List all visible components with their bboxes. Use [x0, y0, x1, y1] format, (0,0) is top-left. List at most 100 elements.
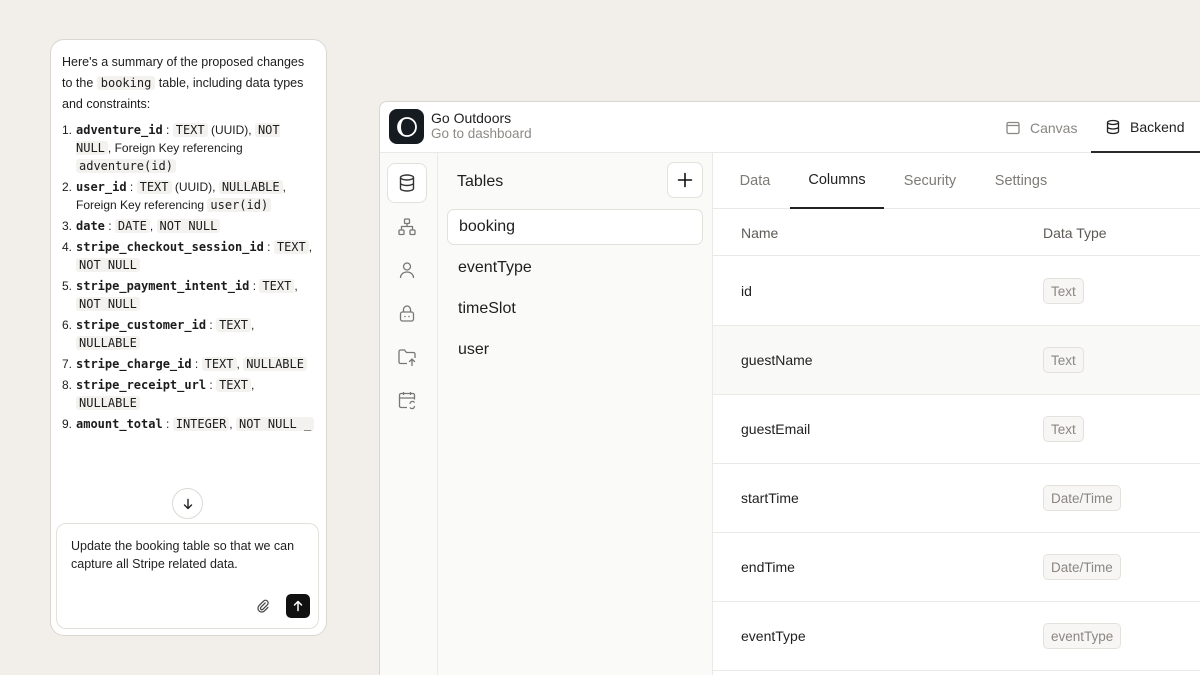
top-bar: Go Outdoors Go to dashboard Canvas Backe… [380, 102, 1200, 153]
database-icon [1106, 119, 1120, 134]
rail-schedule-button[interactable] [387, 380, 427, 420]
list-item: 7. stripe_charge_id : TEXT, NULLABLE [62, 355, 315, 373]
table-row[interactable]: guestEmail Text [713, 395, 1200, 464]
data-type-code: TEXT [216, 318, 251, 332]
table-list-item[interactable]: booking [447, 209, 703, 245]
data-type-code: TEXT [216, 378, 251, 392]
separator-text: : [263, 240, 274, 254]
column-name-code: amount_total [76, 417, 163, 431]
canvas-icon [1006, 121, 1020, 134]
column-name: id [741, 283, 752, 299]
table-list-item[interactable]: user [447, 332, 703, 368]
table-row[interactable]: guestName Text [713, 326, 1200, 395]
note-text: , [250, 318, 255, 332]
data-type-badge: Text [1043, 416, 1084, 442]
separator-text: : [162, 417, 173, 431]
list-item: 5. stripe_payment_intent_id : TEXT, NOT N… [62, 277, 315, 313]
plus-icon [677, 172, 693, 188]
table-row[interactable]: endTime Date/Time [713, 533, 1200, 602]
column-name: startTime [741, 490, 799, 506]
data-type-code: TEXT [136, 180, 172, 194]
tables-title: Tables [457, 173, 504, 190]
reference-code: adventure(id) [76, 159, 176, 173]
mode-tab-canvas[interactable]: Canvas [1005, 102, 1077, 153]
separator-text: : [206, 318, 217, 332]
mode-tab-backend[interactable]: Backend [1091, 102, 1200, 153]
attach-button[interactable] [254, 597, 272, 615]
constraint-code: NULLABLE [76, 336, 140, 350]
table-row[interactable]: startTime Date/Time [713, 464, 1200, 533]
tab-data[interactable]: Data [713, 153, 797, 209]
column-name-code: date [76, 219, 105, 233]
data-type-badge: Date/Time [1043, 485, 1121, 511]
note-text: (UUID), [207, 123, 255, 137]
data-type-badge: eventType [1043, 623, 1122, 649]
database-icon [399, 174, 415, 192]
list-number: 7. [62, 357, 73, 371]
lock-icon [399, 305, 415, 322]
tables-panel: Tables booking eventType timeSlot user [438, 153, 713, 675]
rail-security-button[interactable] [387, 293, 427, 333]
list-number: 6. [62, 318, 73, 332]
column-name-code: stripe_customer_id [76, 318, 207, 332]
separator-text: : [249, 279, 260, 293]
list-number: 9. [62, 417, 73, 431]
assistant-intro: Here's a summary of the proposed changes… [62, 52, 315, 115]
folder-upload-icon [398, 349, 416, 367]
note-text: (UUID), [171, 180, 219, 194]
table-name-code: booking [96, 76, 156, 90]
mode-tab-label: Canvas [1030, 119, 1078, 136]
separator-text: : [206, 378, 217, 392]
constraint-code: NOT NULL [156, 219, 221, 233]
message-input[interactable]: Update the booking table so that we can … [71, 537, 304, 593]
sidebar-rail [380, 153, 438, 675]
note-text: , Foreign Key referencing [107, 141, 243, 155]
user-icon [399, 262, 415, 279]
project-name: Go Outdoors [431, 110, 512, 126]
table-tabs: Data Columns Security Settings [713, 153, 1200, 209]
rail-users-button[interactable] [387, 250, 427, 290]
chat-messages[interactable]: Here's a summary of the proposed changes… [51, 40, 326, 520]
separator-text: : [104, 219, 115, 233]
rail-schema-button[interactable] [387, 207, 427, 247]
constraint-code: NOT NULL [76, 258, 140, 272]
table-list-item[interactable]: eventType [447, 250, 703, 286]
data-type-badge: Text [1043, 347, 1084, 373]
changes-list: 1. adventure_id : TEXT (UUID), NOT NULL , … [62, 121, 315, 433]
column-name-code: adventure_id [76, 123, 163, 137]
tab-security[interactable]: Security [885, 153, 975, 209]
arrow-down-icon [183, 498, 192, 509]
columns-table-header: Name Data Type [713, 209, 1200, 256]
separator-text: : [191, 357, 202, 371]
data-type-code: TEXT [259, 279, 295, 293]
app-window: Go Outdoors Go to dashboard Canvas Backe… [379, 101, 1200, 675]
dashboard-link[interactable]: Go to dashboard [431, 126, 532, 141]
rail-storage-button[interactable] [387, 337, 427, 377]
calendar-sync-icon [398, 392, 416, 410]
table-row[interactable]: eventType eventType [713, 602, 1200, 671]
table-row[interactable]: id Text [713, 257, 1200, 326]
paperclip-icon [257, 599, 269, 613]
list-item: 6. stripe_customer_id : TEXT, NULLABLE [62, 316, 315, 352]
app-logo[interactable] [389, 109, 424, 144]
tab-columns[interactable]: Columns [790, 153, 884, 209]
list-item: 8. stripe_receipt_url : TEXT, NULLABLE [62, 376, 315, 412]
tab-settings[interactable]: Settings [975, 153, 1067, 209]
reference-code: user(id) [207, 198, 272, 212]
moon-logo-icon [396, 116, 417, 137]
column-name: eventType [741, 628, 806, 644]
message-composer: Update the booking table so that we can … [56, 523, 319, 629]
send-button[interactable] [286, 594, 310, 618]
note-text: , [308, 240, 313, 254]
column-name-code: stripe_charge_id [76, 357, 192, 371]
rail-database-button[interactable] [387, 163, 427, 203]
list-item: 9. amount_total : INTEGER, NOT NULL _ [62, 415, 315, 433]
column-name: guestName [741, 352, 813, 368]
table-list-item[interactable]: timeSlot [447, 291, 703, 327]
constraint-code: NOT NULL [76, 297, 140, 311]
scroll-to-bottom-button[interactable] [172, 488, 203, 519]
list-item: 1. adventure_id : TEXT (UUID), NOT NULL, … [62, 121, 315, 175]
chat-panel: Here's a summary of the proposed changes… [50, 39, 327, 636]
mode-tab-label: Backend [1130, 118, 1185, 135]
add-table-button[interactable] [667, 162, 703, 198]
